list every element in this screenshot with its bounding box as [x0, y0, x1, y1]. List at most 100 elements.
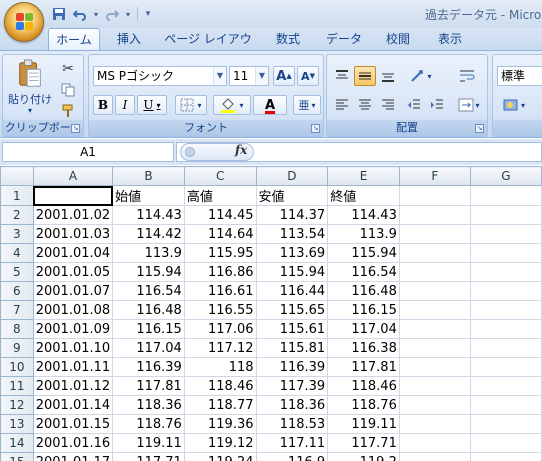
cell[interactable]: 116.48	[327, 281, 400, 301]
cell[interactable]: 117.71	[112, 452, 185, 461]
alignment-launcher-icon[interactable]: ↘	[475, 124, 484, 133]
cell[interactable]: 2001.01.17	[32, 452, 114, 461]
cell[interactable]: 117.81	[327, 357, 400, 377]
wrap-text-button[interactable]	[455, 66, 479, 86]
cell[interactable]	[469, 243, 542, 263]
font-size-dropdown-icon[interactable]: ▼	[255, 67, 268, 85]
cell[interactable]: 113.54	[255, 224, 329, 244]
cell[interactable]: 始値	[112, 185, 185, 206]
cell[interactable]	[398, 262, 471, 282]
cell[interactable]: 119.11	[112, 433, 185, 453]
cell[interactable]	[469, 281, 542, 301]
cut-button[interactable]: ✂	[57, 59, 79, 79]
row-header[interactable]: 11	[0, 376, 34, 396]
cell[interactable]	[398, 224, 471, 244]
cell[interactable]	[469, 262, 542, 282]
cell[interactable]: 終値	[327, 185, 400, 206]
cell[interactable]: 2001.01.11	[32, 357, 114, 377]
column-header[interactable]: G	[469, 166, 542, 186]
orientation-button[interactable]: ▾	[405, 66, 437, 86]
cell[interactable]	[398, 452, 471, 461]
accounting-format-button[interactable]: ▾	[497, 95, 531, 115]
cell[interactable]: 116.39	[112, 357, 185, 377]
cell[interactable]: 117.39	[255, 376, 329, 396]
save-icon[interactable]	[50, 5, 68, 23]
row-header[interactable]: 10	[0, 357, 34, 377]
cell[interactable]: 2001.01.15	[32, 414, 114, 434]
cell[interactable]	[469, 185, 542, 206]
grow-font-button[interactable]: A ▲	[273, 66, 295, 86]
cell[interactable]: 119.12	[183, 433, 257, 453]
cell[interactable]: 117.12	[183, 338, 257, 358]
cell[interactable]	[398, 357, 471, 377]
align-top-button[interactable]	[331, 66, 353, 86]
cell[interactable]: 116.86	[183, 262, 257, 282]
cell[interactable]: 115.95	[183, 243, 257, 263]
cell[interactable]: 116.15	[327, 300, 400, 320]
phonetic-button[interactable]: 亜 ▾	[293, 95, 321, 115]
cell[interactable]	[398, 281, 471, 301]
redo-dropdown-icon[interactable]: ▾	[124, 5, 132, 23]
clipboard-launcher-icon[interactable]: ↘	[71, 124, 80, 133]
number-format-combo[interactable]: 標準	[497, 66, 542, 86]
cell[interactable]: 118.77	[183, 395, 257, 415]
cell[interactable]: 115.65	[255, 300, 329, 320]
cell[interactable]: 116.38	[327, 338, 400, 358]
cell[interactable]	[469, 357, 542, 377]
bold-button[interactable]: B	[93, 95, 113, 115]
font-launcher-icon[interactable]: ↘	[311, 124, 320, 133]
row-header[interactable]: 7	[0, 300, 34, 320]
cell[interactable]: 116.44	[255, 281, 329, 301]
cell[interactable]	[398, 376, 471, 396]
cell[interactable]: 118.36	[255, 395, 329, 415]
tab-view[interactable]: 表示	[428, 28, 472, 50]
cell[interactable]: 116.55	[183, 300, 257, 320]
copy-button[interactable]	[57, 80, 79, 100]
cell[interactable]	[469, 319, 542, 339]
paste-button[interactable]: 貼り付け ▾	[7, 58, 53, 116]
align-bottom-button[interactable]	[377, 66, 399, 86]
cell[interactable]: 114.64	[183, 224, 257, 244]
cell[interactable]: 117.11	[255, 433, 329, 453]
cell[interactable]: 115.94	[327, 243, 400, 263]
cell[interactable]: 115.81	[255, 338, 329, 358]
format-painter-button[interactable]	[57, 101, 79, 121]
font-name-dropdown-icon[interactable]: ▼	[213, 67, 226, 85]
tab-review[interactable]: 校閲	[376, 28, 420, 50]
cell[interactable]	[32, 185, 114, 206]
cell[interactable]	[398, 205, 471, 225]
cell[interactable]	[469, 224, 542, 244]
cell[interactable]: 2001.01.02	[32, 205, 114, 225]
tab-page-layout[interactable]: ページ レイアウト	[160, 28, 256, 68]
font-color-button[interactable]: A	[253, 95, 287, 115]
cell[interactable]: 119.36	[183, 414, 257, 434]
row-header[interactable]: 9	[0, 338, 34, 358]
cell[interactable]	[469, 338, 542, 358]
insert-function-icon[interactable]: fx	[235, 143, 247, 157]
cell[interactable]: 117.06	[183, 319, 257, 339]
cell[interactable]: 119.2	[327, 452, 400, 461]
cell[interactable]: 118.46	[183, 376, 257, 396]
office-button[interactable]	[4, 2, 44, 42]
increase-indent-button[interactable]	[426, 95, 448, 115]
cell[interactable]	[398, 414, 471, 434]
cell[interactable]: 2001.01.09	[32, 319, 114, 339]
cell[interactable]	[469, 433, 542, 453]
cell[interactable]: 116.61	[183, 281, 257, 301]
row-header[interactable]: 12	[0, 395, 34, 415]
cell[interactable]: 高値	[183, 185, 257, 206]
cell[interactable]	[398, 185, 471, 206]
cell[interactable]	[469, 205, 542, 225]
cell[interactable]: 安値	[255, 185, 329, 206]
shrink-font-button[interactable]: A ▼	[297, 66, 319, 86]
column-header[interactable]: D	[255, 166, 329, 186]
tab-data[interactable]: データ	[318, 28, 370, 50]
cell[interactable]	[469, 452, 542, 461]
cell[interactable]: 117.04	[112, 338, 185, 358]
cell[interactable]	[398, 243, 471, 263]
cell[interactable]: 118.76	[112, 414, 185, 434]
decrease-indent-button[interactable]	[403, 95, 425, 115]
cell[interactable]: 2001.01.10	[32, 338, 114, 358]
row-header[interactable]: 6	[0, 281, 34, 301]
row-header[interactable]: 13	[0, 414, 34, 434]
